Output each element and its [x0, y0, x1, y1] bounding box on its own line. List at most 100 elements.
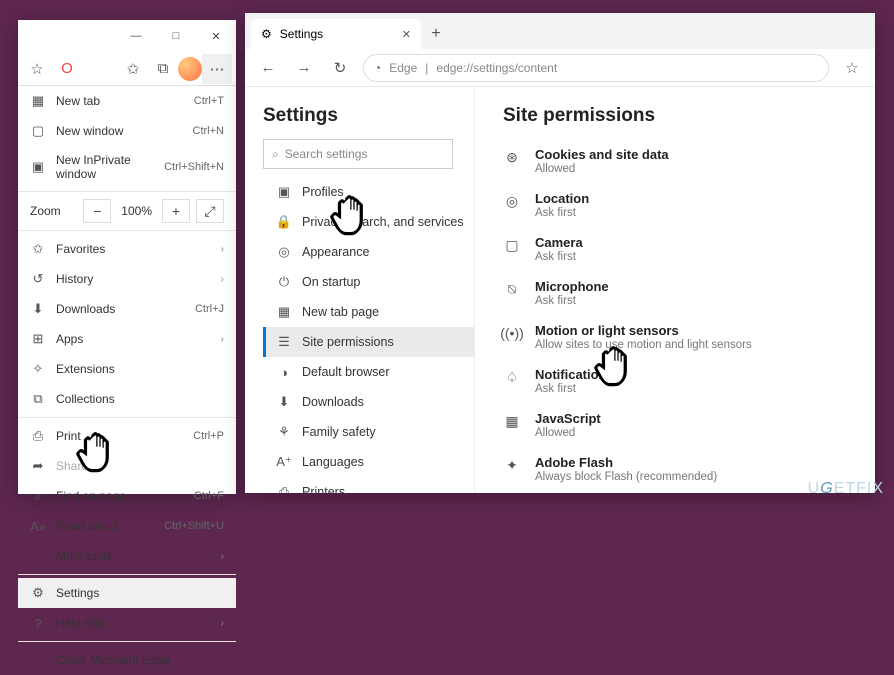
menu-label: History	[56, 272, 211, 286]
permission-icon: ⍉	[503, 280, 521, 298]
zoom-label: Zoom	[30, 204, 77, 218]
chevron-right-icon: ›	[221, 334, 224, 345]
menu-settings[interactable]: ⚙Settings	[18, 578, 236, 608]
permission-location[interactable]: ◎LocationAsk first	[503, 183, 875, 227]
settings-item-profiles[interactable]: ▣Profiles	[263, 177, 474, 207]
permission-icon: ((•))	[503, 324, 521, 342]
star-icon[interactable]: ☆	[22, 54, 52, 84]
favorites-icon[interactable]: ✩	[118, 54, 148, 84]
settings-heading: Settings	[263, 105, 474, 127]
menu-favorites[interactable]: ✩Favorites›	[18, 234, 236, 264]
settings-window: ⚙ Settings ✕ + ← → ↻ ◔ Edge | edge://set…	[245, 13, 875, 493]
settings-item-label: On startup	[302, 275, 360, 289]
permission-javascript[interactable]: ▦JavaScriptAllowed	[503, 403, 875, 447]
separator	[18, 641, 236, 642]
tab-icon: ▦	[30, 93, 46, 109]
address-bar[interactable]: ◔ Edge | edge://settings/content	[363, 54, 829, 82]
gear-icon: ⚙	[30, 585, 46, 601]
forward-button: →	[287, 51, 321, 85]
permission-status: Ask first	[535, 207, 589, 219]
settings-item-family-safety[interactable]: ⚘Family safety	[263, 417, 474, 447]
close-window-button[interactable]: ✕	[196, 20, 236, 52]
shortcut: Ctrl+Shift+N	[164, 161, 224, 173]
maximize-button[interactable]: □	[156, 20, 196, 52]
avatar[interactable]	[178, 57, 202, 81]
settings-item-label: Downloads	[302, 395, 364, 409]
settings-item-new-tab-page[interactable]: ▦New tab page	[263, 297, 474, 327]
share-icon: ➦	[30, 458, 46, 474]
menu-collections[interactable]: ⧉ Collections	[18, 384, 236, 414]
collections-icon: ⧉	[30, 391, 46, 407]
menu-inprivate[interactable]: ▣New InPrivate windowCtrl+Shift+N	[18, 146, 236, 188]
extensions-icon: ✧	[30, 361, 46, 377]
collections-icon[interactable]: ⧉	[148, 54, 178, 84]
menu-label: New tab	[56, 94, 184, 108]
tab-settings[interactable]: ⚙ Settings ✕	[251, 19, 421, 49]
settings-item-label: Privacy, search, and services	[302, 215, 464, 229]
back-button[interactable]: ←	[251, 51, 285, 85]
settings-item-icon: ◑	[276, 364, 292, 380]
settings-item-on-startup[interactable]: ⏻On startup	[263, 267, 474, 297]
shortcut: Ctrl+F	[194, 490, 224, 502]
settings-item-printers[interactable]: ⎙Printers	[263, 477, 474, 493]
settings-item-languages[interactable]: A⁺Languages	[263, 447, 474, 477]
menu-new-window[interactable]: ▢New windowCtrl+N	[18, 116, 236, 146]
permission-cookies-and-site-data[interactable]: ⊛Cookies and site dataAllowed	[503, 139, 875, 183]
menu-find[interactable]: ⌕Find on pageCtrl+F	[18, 481, 236, 511]
menu-print[interactable]: ⎙PrintCtrl+P	[18, 421, 236, 451]
zoom-in-button[interactable]: +	[162, 199, 190, 223]
menu-label: Find on page	[56, 489, 184, 503]
menu-history[interactable]: ↺History›	[18, 264, 236, 294]
permission-icon: ▢	[503, 236, 521, 254]
menu-label: Collections	[56, 392, 224, 406]
permission-camera[interactable]: ▢CameraAsk first	[503, 227, 875, 271]
minimize-button[interactable]: —	[116, 20, 156, 52]
menu-label: New window	[56, 124, 183, 138]
menu-label: Downloads	[56, 302, 185, 316]
zoom-out-button[interactable]: −	[83, 199, 111, 223]
menu-extensions[interactable]: ✧ Extensions	[18, 354, 236, 384]
settings-sidebar: Settings ⌕ Search settings ▣Profiles🔒Pri…	[245, 87, 475, 493]
settings-item-appearance[interactable]: ◎Appearance	[263, 237, 474, 267]
favorite-button[interactable]: ☆	[835, 51, 869, 85]
permission-status: Ask first	[535, 383, 614, 395]
search-input[interactable]: ⌕ Search settings	[263, 139, 453, 169]
settings-item-icon: ⬇	[276, 394, 292, 410]
refresh-button[interactable]: ↻	[323, 51, 357, 85]
fullscreen-button[interactable]: ⤢	[196, 199, 224, 223]
permission-microphone[interactable]: ⍉MicrophoneAsk first	[503, 271, 875, 315]
more-button[interactable]: ⋯	[202, 54, 232, 84]
permission-label: Camera	[535, 235, 583, 250]
settings-item-site-permissions[interactable]: ☰Site permissions	[263, 327, 474, 357]
permission-icon: ✦	[503, 456, 521, 474]
settings-content: Settings ⌕ Search settings ▣Profiles🔒Pri…	[245, 87, 875, 493]
menu-readaloud[interactable]: A»Read aloudCtrl+Shift+U	[18, 511, 236, 541]
menu-label: Help and	[56, 616, 211, 630]
shortcut: Ctrl+P	[193, 430, 224, 442]
permission-motion-or-light-sensors[interactable]: ((•))Motion or light sensorsAllow sites …	[503, 315, 875, 359]
settings-item-icon: A⁺	[276, 454, 292, 470]
menu-help[interactable]: ?Help and›	[18, 608, 236, 638]
watermark: UGETFIX	[808, 480, 884, 498]
settings-item-default-browser[interactable]: ◑Default browser	[263, 357, 474, 387]
chevron-right-icon: ›	[221, 618, 224, 629]
permission-icon: ♤	[503, 368, 521, 386]
permission-notifications[interactable]: ♤NotificationsAsk first	[503, 359, 875, 403]
separator	[18, 417, 236, 418]
new-tab-button[interactable]: +	[421, 19, 451, 49]
settings-item-label: Family safety	[302, 425, 376, 439]
menu-new-tab[interactable]: ▦New tabCtrl+T	[18, 86, 236, 116]
separator	[18, 574, 236, 575]
settings-item-downloads[interactable]: ⬇ Downloads	[263, 387, 474, 417]
settings-item-privacy-search-and-services[interactable]: 🔒Privacy, search, and services	[263, 207, 474, 237]
menu-moretools[interactable]: More tools›	[18, 541, 236, 571]
menu-label: Extensions	[56, 362, 224, 376]
opera-icon[interactable]: O	[52, 54, 82, 84]
chevron-right-icon: ›	[221, 244, 224, 255]
close-icon[interactable]: ✕	[402, 28, 411, 41]
zoom-value: 100%	[117, 204, 156, 218]
menu-apps[interactable]: ⊞Apps›	[18, 324, 236, 354]
menu-downloads[interactable]: ⬇DownloadsCtrl+J	[18, 294, 236, 324]
menu-close-edge[interactable]: Close Microsoft Edge	[18, 645, 236, 675]
download-icon: ⬇	[30, 301, 46, 317]
